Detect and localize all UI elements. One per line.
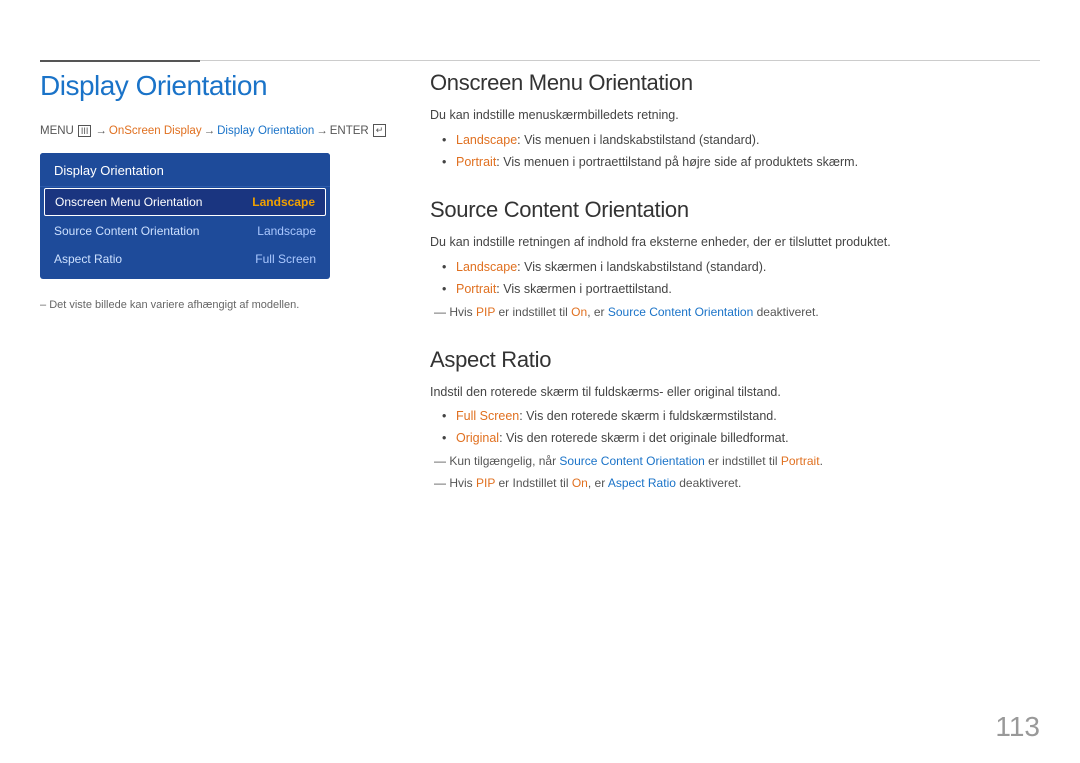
source-note-text3: , er (587, 305, 608, 319)
original-label: Original (456, 431, 499, 445)
section-aspect-ratio-title: Aspect Ratio (430, 347, 1040, 373)
arrow3: → (316, 125, 328, 137)
aspect-note1-text3: . (820, 454, 823, 468)
section-aspect-desc: Indstil den roterede skærm til fuldskærm… (430, 383, 1040, 402)
right-column: Onscreen Menu Orientation Du kan indstil… (430, 70, 1040, 518)
landscape-label-2: Landscape (456, 260, 517, 274)
landscape-text-1: : Vis menuen i landskabstilstand (standa… (517, 133, 759, 147)
aspect-note2-text2: er Indstillet til (495, 476, 572, 490)
enter-icon: ↵ (373, 124, 387, 137)
pip-label-2: PIP (476, 476, 495, 490)
arrow1: → (95, 125, 107, 137)
section-source-content-title: Source Content Orientation (430, 197, 1040, 223)
aspect-note-1: Kun tilgængelig, når Source Content Orie… (430, 452, 1040, 470)
menu-path: MENU III → OnScreen Display → Display Or… (40, 124, 400, 137)
aspect-ratio-label: Aspect Ratio (608, 476, 676, 490)
arrow2: → (204, 125, 216, 137)
original-text: : Vis den roterede skærm i det originale… (499, 431, 789, 445)
aspect-note2-text4: deaktiveret. (676, 476, 741, 490)
osd-row-aspect-label: Aspect Ratio (54, 252, 122, 266)
landscape-label-1: Landscape (456, 133, 517, 147)
pip-label-1: PIP (476, 305, 495, 319)
top-rule-dark (40, 60, 200, 62)
osd-row-source-label: Source Content Orientation (54, 224, 199, 238)
fullscreen-text: : Vis den roterede skærm i fuldskærmstil… (519, 409, 777, 423)
source-content-label-2: Source Content Orientation (559, 454, 704, 468)
section-aspect-ratio: Aspect Ratio Indstil den roterede skærm … (430, 347, 1040, 492)
aspect-note-2: Hvis PIP er Indstillet til On, er Aspect… (430, 474, 1040, 492)
osd-row-onscreen[interactable]: Onscreen Menu Orientation Landscape (44, 188, 326, 216)
onscreen-bullet-list: Landscape: Vis menuen i landskabstilstan… (442, 131, 1040, 172)
source-bullet-list: Landscape: Vis skærmen i landskabstilsta… (442, 258, 1040, 299)
bullet-original: Original: Vis den roterede skærm i det o… (442, 429, 1040, 448)
source-content-orientation-label: Source Content Orientation (608, 305, 753, 319)
source-note-text1: Hvis (449, 305, 476, 319)
source-note-text2: er indstillet til (495, 305, 571, 319)
portrait-label-3: Portrait (781, 454, 820, 468)
osd-row-source[interactable]: Source Content Orientation Landscape (40, 217, 330, 245)
page-number: 113 (995, 711, 1040, 743)
section-source-content: Source Content Orientation Du kan indsti… (430, 197, 1040, 320)
onscreen-display-link: OnScreen Display (109, 125, 202, 137)
aspect-note1-text2: er indstillet til (705, 454, 781, 468)
bullet-fullscreen: Full Screen: Vis den roterede skærm i fu… (442, 407, 1040, 426)
landscape-text-2: : Vis skærmen i landskabstilstand (stand… (517, 260, 766, 274)
source-note-text4: deaktiveret. (753, 305, 818, 319)
portrait-label-1: Portrait (456, 155, 496, 169)
section-onscreen-menu: Onscreen Menu Orientation Du kan indstil… (430, 70, 1040, 171)
bullet-portrait-2: Portrait: Vis skærmen i portraettilstand… (442, 280, 1040, 299)
aspect-bullet-list: Full Screen: Vis den roterede skærm i fu… (442, 407, 1040, 448)
fullscreen-label: Full Screen (456, 409, 519, 423)
bullet-landscape-2: Landscape: Vis skærmen i landskabstilsta… (442, 258, 1040, 277)
enter-label: ENTER (330, 125, 369, 137)
aspect-note1-text1: Kun tilgængelig, når (449, 454, 559, 468)
aspect-note2-text3: , er (588, 476, 608, 490)
osd-row-aspect[interactable]: Aspect Ratio Full Screen (40, 245, 330, 273)
portrait-text-2: : Vis skærmen i portraettilstand. (496, 282, 672, 296)
source-note: Hvis PIP er indstillet til On, er Source… (430, 303, 1040, 321)
page-title: Display Orientation (40, 70, 400, 102)
osd-header: Display Orientation (40, 153, 330, 187)
section-onscreen-desc: Du kan indstille menuskærmbilledets retn… (430, 106, 1040, 125)
section-source-desc: Du kan indstille retningen af indhold fr… (430, 233, 1040, 252)
osd-box: Display Orientation Onscreen Menu Orient… (40, 153, 330, 279)
bullet-portrait-1: Portrait: Vis menuen i portraettilstand … (442, 153, 1040, 172)
display-orientation-link: Display Orientation (217, 125, 314, 137)
aspect-note2-text1: Hvis (449, 476, 476, 490)
left-column: Display Orientation MENU III → OnScreen … (40, 70, 400, 311)
menu-icon: III (78, 125, 92, 137)
osd-row-source-value: Landscape (257, 224, 316, 238)
osd-row-onscreen-value: Landscape (252, 195, 315, 209)
footnote: Det viste billede kan variere afhængigt … (40, 299, 400, 311)
portrait-text-1: : Vis menuen i portraettilstand på højre… (496, 155, 858, 169)
on-label-1: On (571, 305, 587, 319)
section-onscreen-menu-title: Onscreen Menu Orientation (430, 70, 1040, 96)
osd-row-onscreen-label: Onscreen Menu Orientation (55, 195, 202, 209)
menu-label: MENU (40, 125, 74, 137)
osd-row-aspect-value: Full Screen (255, 252, 316, 266)
bullet-landscape-1: Landscape: Vis menuen i landskabstilstan… (442, 131, 1040, 150)
portrait-label-2: Portrait (456, 282, 496, 296)
on-label-2: On (572, 476, 588, 490)
